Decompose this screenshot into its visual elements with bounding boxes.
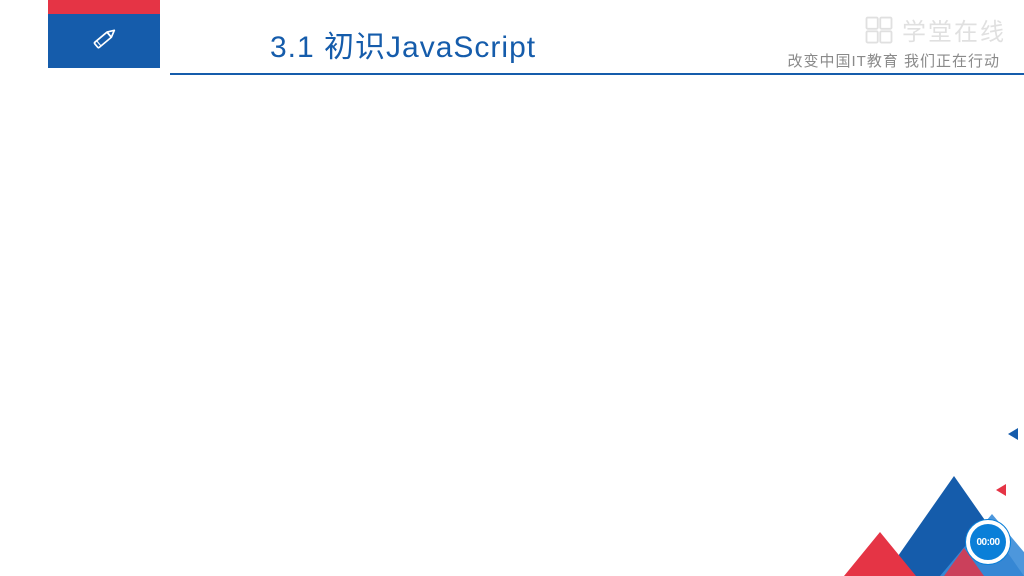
timer-value: 00:00 — [976, 537, 999, 548]
accent-red-bar — [48, 0, 160, 14]
timer-badge: 00:00 — [966, 520, 1010, 564]
grid-icon — [864, 15, 894, 45]
watermark-text: 学堂在线 — [902, 12, 1006, 47]
slide-subtitle: 改变中国IT教育 我们正在行动 — [788, 50, 1001, 71]
header-icon-block — [48, 14, 160, 68]
slide: 3.1 初识JavaScript 改变中国IT教育 我们正在行动 学堂在线 00… — [0, 0, 1024, 576]
header-rule — [170, 73, 1024, 75]
watermark: 学堂在线 — [864, 12, 1006, 47]
pencil-icon — [86, 21, 122, 62]
slide-title: 3.1 初识JavaScript — [270, 22, 536, 66]
